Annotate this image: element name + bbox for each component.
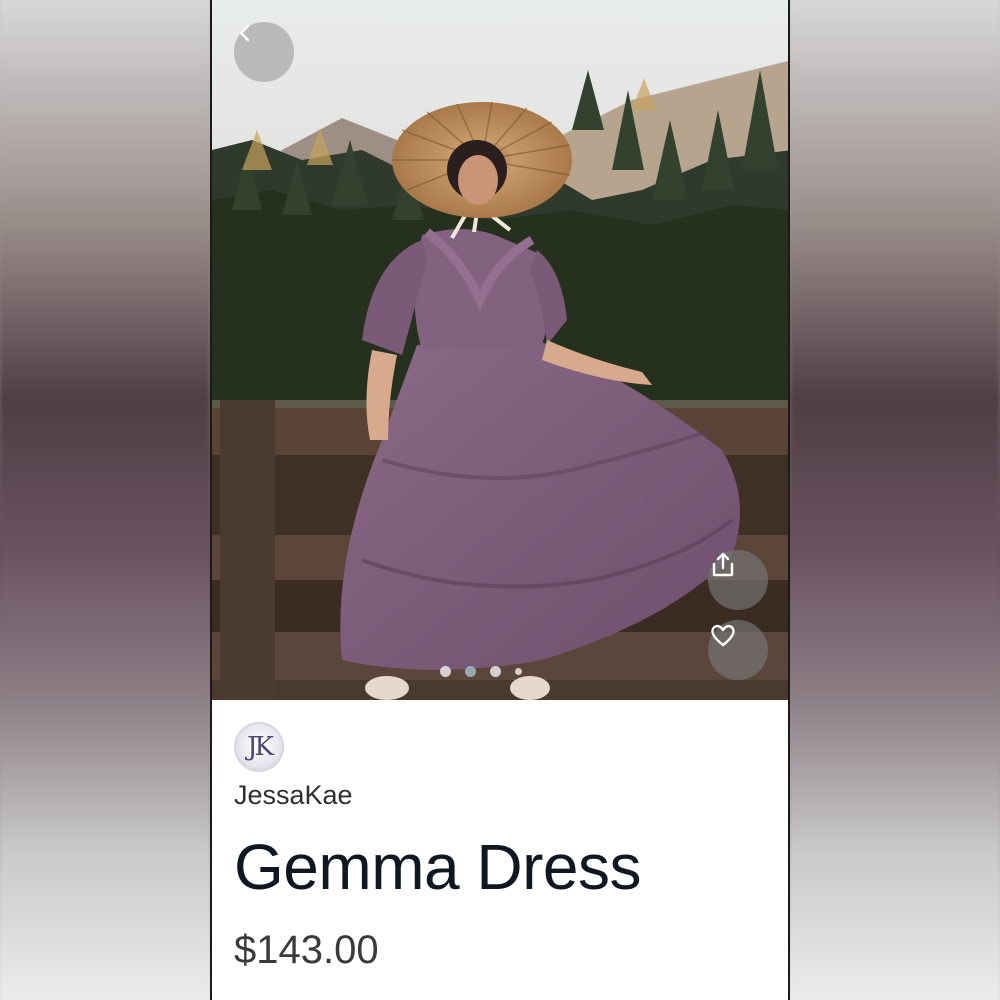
share-button[interactable] bbox=[708, 550, 768, 610]
seller-name[interactable]: JessaKae bbox=[234, 780, 353, 811]
product-info: JK JessaKae Gemma Dress $143.00 bbox=[212, 700, 788, 1000]
product-screen: JK JessaKae Gemma Dress $143.00 bbox=[210, 0, 790, 1000]
product-photo bbox=[212, 0, 788, 700]
gallery-dot[interactable] bbox=[440, 666, 451, 677]
blurred-backdrop-right bbox=[790, 0, 1000, 1000]
blurred-backdrop-left bbox=[0, 0, 210, 1000]
favorite-button[interactable] bbox=[708, 620, 768, 680]
gallery-dot-active[interactable] bbox=[465, 666, 476, 677]
gallery-dot[interactable] bbox=[515, 668, 522, 675]
seller-avatar[interactable]: JK bbox=[234, 722, 284, 772]
back-button[interactable] bbox=[234, 22, 294, 82]
gallery-dot[interactable] bbox=[490, 666, 501, 677]
product-image-gallery[interactable] bbox=[212, 0, 788, 700]
product-price: $143.00 bbox=[234, 928, 379, 972]
gallery-pagination bbox=[440, 666, 522, 677]
product-title: Gemma Dress bbox=[234, 831, 642, 903]
seller-avatar-initials: JK bbox=[247, 732, 274, 762]
